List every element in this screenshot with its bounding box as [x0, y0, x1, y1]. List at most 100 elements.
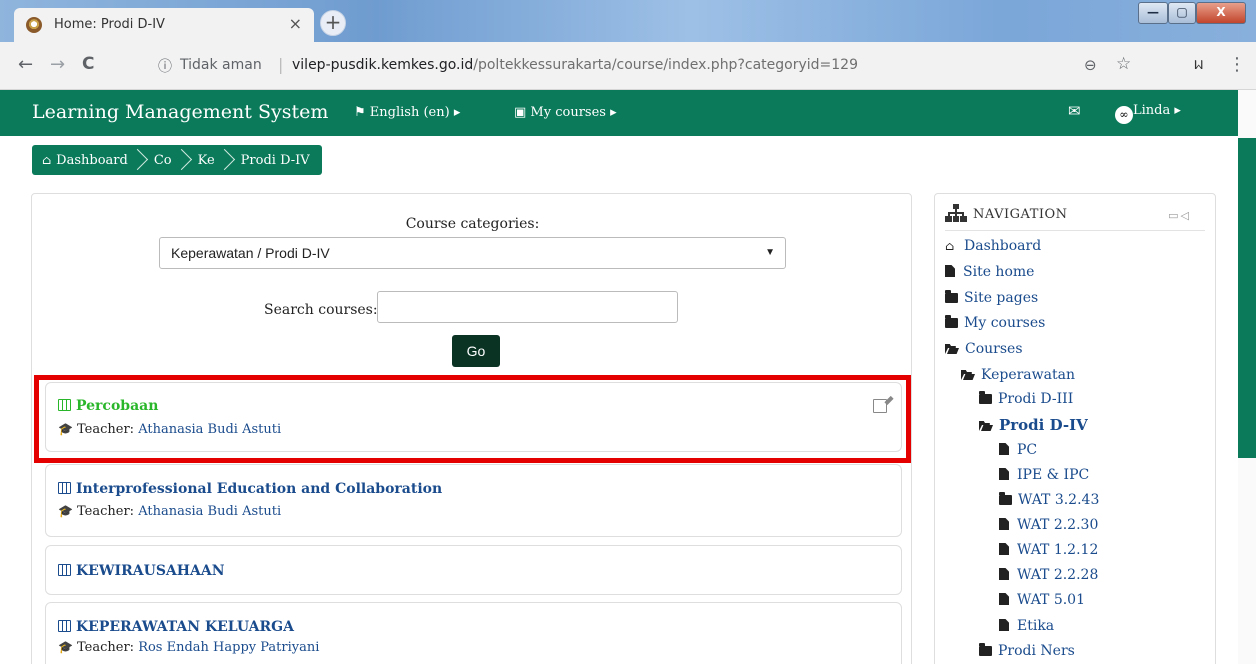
browser-menu-icon[interactable]: ⋮: [1228, 54, 1246, 75]
file-icon: [999, 468, 1009, 480]
nav-item-label: WAT 1.2.12: [1017, 542, 1099, 558]
course-link[interactable]: KEWIRAUSAHAAN: [58, 563, 225, 579]
nav-item-wat-3-2-43[interactable]: WAT 3.2.43: [999, 492, 1099, 508]
profile-extension-icon[interactable]: ᥕ: [1194, 54, 1204, 74]
nav-item-label: WAT 2.2.30: [1017, 517, 1099, 533]
nav-item-ipe-ipc[interactable]: IPE & IPC: [999, 467, 1089, 483]
site-brand[interactable]: Learning Management System: [32, 101, 328, 123]
reload-icon[interactable]: C: [82, 54, 94, 74]
graduation-cap-icon: 🎓: [58, 640, 73, 654]
navigation-divider: [945, 230, 1205, 231]
insecure-label[interactable]: Tidak aman: [180, 57, 262, 73]
teacher-name[interactable]: Athanasia Budi Astuti: [138, 504, 281, 519]
course-box-kewirausahaan: KEWIRAUSAHAAN: [45, 545, 902, 595]
window-close-button[interactable]: X: [1196, 2, 1246, 24]
nav-item-label: Prodi D-III: [998, 391, 1074, 407]
nav-item-site-pages[interactable]: Site pages: [945, 290, 1038, 306]
course-link[interactable]: KEPERAWATAN KELUARGA: [58, 619, 294, 635]
nav-item-label: Site pages: [964, 290, 1039, 306]
nav-item-dashboard[interactable]: ⌂ Dashboard: [945, 238, 1041, 254]
briefcase-icon: ▣: [514, 105, 531, 120]
nav-item-label: WAT 3.2.43: [1018, 492, 1100, 508]
back-arrow-icon[interactable]: ←: [18, 54, 33, 75]
info-icon[interactable]: ⓘ: [158, 56, 172, 76]
nav-item-label: Prodi D-IV: [999, 416, 1088, 434]
tab-close-icon[interactable]: ×: [289, 14, 302, 33]
tab-title: Home: Prodi D-IV: [54, 17, 165, 32]
nav-item-label: Courses: [965, 341, 1023, 357]
nav-item-pc[interactable]: PC: [999, 442, 1037, 458]
teacher-prefix: Teacher:: [77, 504, 135, 519]
nav-item-label: Dashboard: [964, 238, 1042, 254]
navigation-title: NAVIGATION: [973, 207, 1068, 222]
zoom-icon[interactable]: ⊖: [1084, 56, 1097, 74]
nav-item-keperawatan[interactable]: Keperawatan: [961, 367, 1075, 383]
my-courses-label: My courses: [530, 105, 606, 120]
nav-item-wat-2-2-28[interactable]: WAT 2.2.28: [999, 567, 1098, 583]
nav-item-courses[interactable]: Courses: [945, 341, 1023, 357]
nav-item-label: Keperawatan: [981, 367, 1075, 383]
nav-item-label: Site home: [963, 264, 1035, 280]
breadcrumb: ⌂ Dashboard Co Ke Prodi D-IV: [32, 145, 322, 175]
my-courses-menu[interactable]: ▣ My courses ▸: [514, 105, 617, 120]
bookmark-star-icon[interactable]: ☆: [1116, 54, 1131, 74]
search-courses-input[interactable]: [377, 291, 678, 323]
go-button[interactable]: Go: [452, 335, 500, 367]
breadcrumb-dashboard[interactable]: Dashboard: [56, 153, 128, 168]
user-menu[interactable]: ∞ Linda ▸: [1115, 103, 1181, 124]
category-selected-value: Keperawatan / Prodi D-IV: [171, 245, 330, 261]
nav-item-site-home[interactable]: Site home: [945, 264, 1034, 280]
map-icon: [58, 482, 71, 494]
nav-item-label: IPE & IPC: [1017, 467, 1090, 483]
url-text[interactable]: vilep-pusdik.kemkes.go.id/poltekkessurak…: [292, 57, 858, 73]
course-box-keperawatan-keluarga: KEPERAWATAN KELUARGA 🎓 Teacher: Ros Endah…: [45, 602, 902, 664]
new-tab-button[interactable]: +: [320, 10, 346, 36]
nav-item-label: Prodi Ners: [998, 643, 1075, 659]
course-title: Interprofessional Education and Collabor…: [76, 481, 443, 497]
forward-arrow-icon[interactable]: →: [50, 54, 65, 75]
nav-item-label: WAT 5.01: [1017, 592, 1085, 608]
language-menu[interactable]: ⚑ English (en) ▸: [354, 105, 460, 120]
map-icon: [58, 620, 71, 632]
nav-item-wat-5-01[interactable]: WAT 5.01: [999, 592, 1085, 608]
folder-icon: [999, 492, 1012, 505]
browser-tab[interactable]: Home: Prodi D-IV ×: [14, 8, 314, 42]
course-title: KEPERAWATAN KELUARGA: [76, 619, 294, 635]
nav-item-prodi-ners[interactable]: Prodi Ners: [979, 643, 1075, 659]
nav-item-my-courses[interactable]: My courses: [945, 315, 1045, 331]
chevron-down-icon: ▼: [765, 247, 775, 258]
messages-envelope-icon[interactable]: ✉: [1068, 102, 1081, 120]
search-courses-label: Search courses:: [264, 302, 378, 318]
teacher-name[interactable]: Ros Endah Happy Patriyani: [138, 640, 319, 655]
page-scrollbar-thumb[interactable]: [1238, 138, 1256, 458]
file-icon: [999, 619, 1009, 631]
file-icon: [999, 543, 1009, 555]
file-icon: [999, 593, 1009, 605]
breadcrumb-co[interactable]: Co: [154, 153, 172, 168]
file-icon: [999, 568, 1009, 580]
omnibox-divider: |: [278, 55, 284, 74]
nav-item-etika[interactable]: Etika: [999, 618, 1054, 634]
nav-item-label: PC: [1017, 442, 1038, 458]
window-maximize-button[interactable]: ▢: [1168, 2, 1196, 24]
block-controls-icon[interactable]: ▭◁: [1168, 209, 1191, 222]
nav-item-wat-1-2-12[interactable]: WAT 1.2.12: [999, 542, 1098, 558]
top-navbar: Learning Management System ⚑ English (en…: [0, 90, 1238, 136]
course-link[interactable]: Interprofessional Education and Collabor…: [58, 481, 442, 497]
window-minimize-button[interactable]: —: [1138, 2, 1168, 24]
navigation-header: NAVIGATION: [945, 204, 1068, 222]
folder-open-icon: [961, 370, 975, 380]
nav-item-prodi-d-iv[interactable]: Prodi D-IV: [979, 416, 1088, 434]
breadcrumb-prodi-d-iv[interactable]: Prodi D-IV: [241, 153, 310, 168]
omnibox[interactable]: ⓘ Tidak aman | vilep-pusdik.kemkes.go.id…: [150, 50, 1240, 82]
flag-icon: ⚑: [354, 105, 370, 120]
breadcrumb-separator: [221, 145, 231, 175]
course-categories-label: Course categories:: [405, 216, 540, 232]
navigation-block: NAVIGATION ▭◁ ⌂ Dashboard Site home Site …: [934, 193, 1216, 664]
address-bar: ← → C ⓘ Tidak aman | vilep-pusdik.kemkes…: [0, 42, 1256, 90]
file-icon: [999, 518, 1009, 530]
breadcrumb-ke[interactable]: Ke: [198, 153, 215, 168]
nav-item-prodi-d-iii[interactable]: Prodi D-III: [979, 391, 1073, 407]
category-select[interactable]: Keperawatan / Prodi D-IV ▼: [159, 237, 786, 269]
nav-item-wat-2-2-30[interactable]: WAT 2.2.30: [999, 517, 1098, 533]
